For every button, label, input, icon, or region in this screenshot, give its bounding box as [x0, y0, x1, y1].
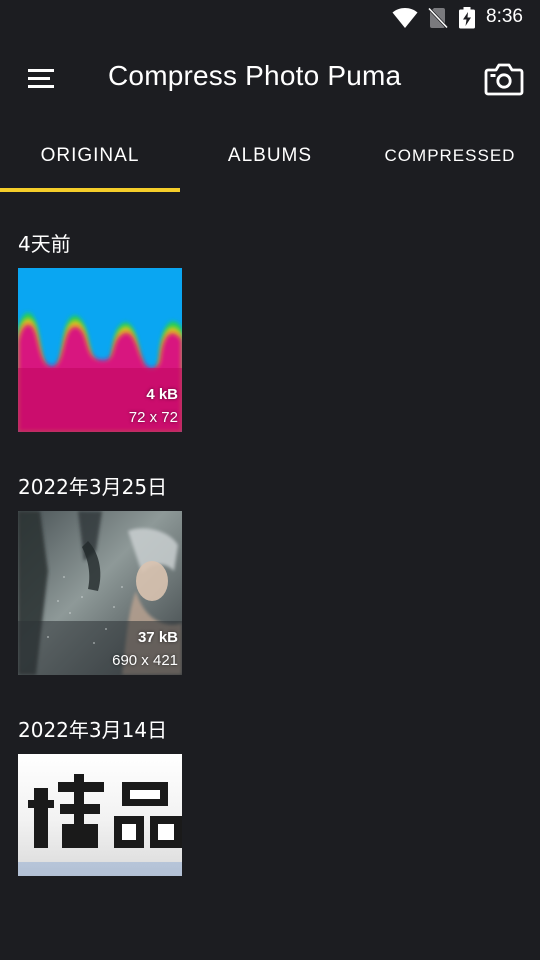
- tab-original-label: ORIGINAL: [40, 145, 140, 166]
- photo-thumbnail[interactable]: 37 kB 690 x 421: [18, 511, 182, 675]
- battery-charging-icon: [459, 7, 475, 29]
- tab-albums-label: ALBUMS: [227, 145, 313, 166]
- photo-file-size: 37 kB: [137, 629, 178, 646]
- no-sim-icon: [428, 7, 448, 29]
- menu-icon[interactable]: [18, 60, 64, 100]
- tab-original[interactable]: ORIGINAL: [0, 120, 180, 192]
- status-bar: 8:36: [0, 0, 540, 38]
- photo-image: [18, 754, 182, 876]
- app-bar: Compress Photo Puma: [0, 38, 540, 120]
- app-title: Compress Photo Puma: [108, 60, 402, 91]
- wifi-icon: [392, 8, 418, 28]
- screen: 8:36 Compress Photo Puma ORIGINAL ALBUMS…: [0, 0, 540, 960]
- photo-dimensions: 72 x 72: [128, 409, 178, 426]
- tab-indicator: [0, 188, 180, 192]
- photo-image: [18, 511, 182, 675]
- tab-albums[interactable]: ALBUMS: [180, 120, 360, 192]
- tab-bar: ORIGINAL ALBUMS COMPRESSED: [0, 120, 540, 192]
- photo-thumbnail[interactable]: 4 kB 72 x 72: [18, 268, 182, 432]
- tab-compressed-label: COMPRESSED: [384, 146, 516, 165]
- section-date-header: 2022年3月25日: [18, 475, 168, 499]
- section-date-header: 2022年3月14日: [18, 718, 168, 742]
- camera-icon[interactable]: [482, 60, 526, 100]
- tab-compressed[interactable]: COMPRESSED: [360, 120, 540, 192]
- photo-dimensions: 690 x 421: [112, 652, 178, 669]
- photo-image: [18, 268, 182, 432]
- status-time: 8:36: [486, 6, 523, 27]
- photo-thumbnail[interactable]: [18, 754, 182, 876]
- section-date-header: 4天前: [18, 232, 71, 256]
- photo-file-size: 4 kB: [146, 386, 178, 403]
